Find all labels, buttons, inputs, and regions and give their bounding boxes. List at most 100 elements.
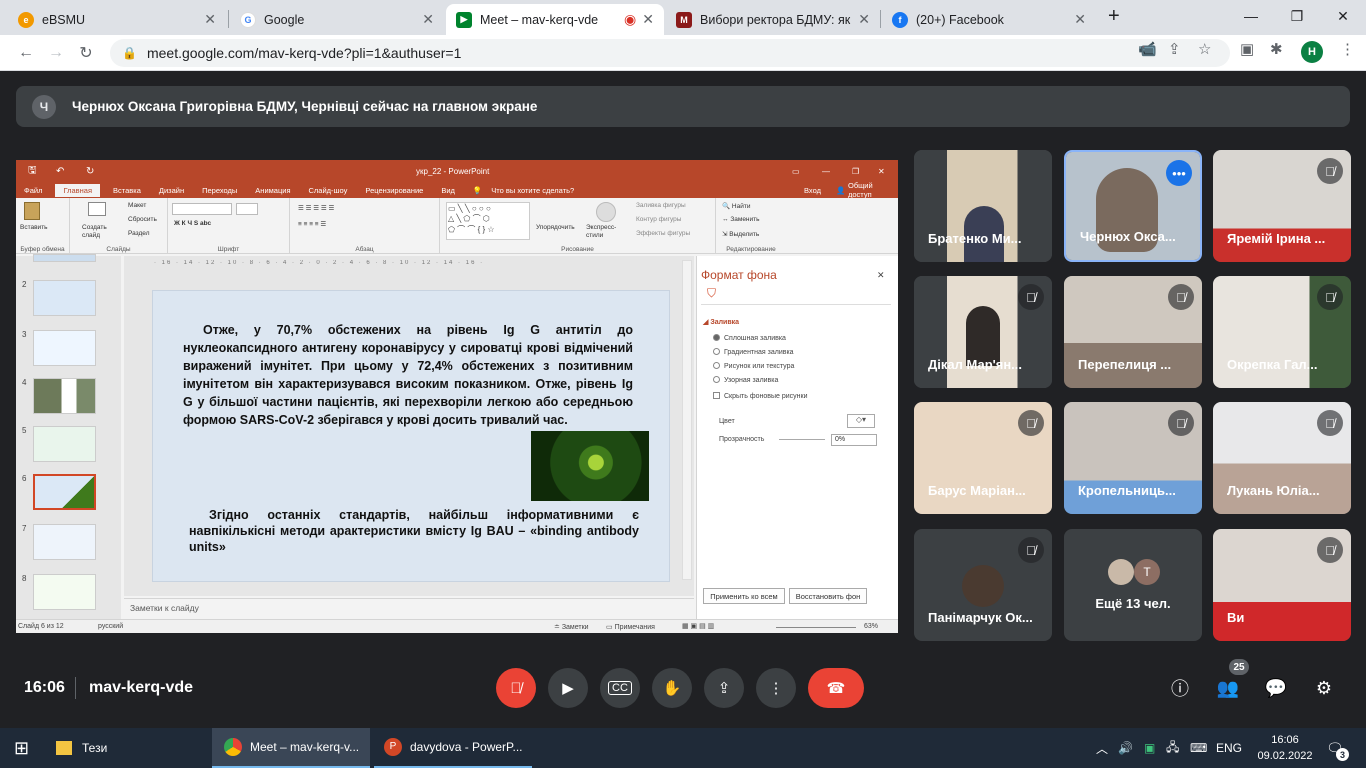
new-slide-icon (88, 202, 106, 216)
close-icon[interactable]: ✕ (642, 11, 654, 28)
tab-facebook[interactable]: f (20+) Facebook ✕ (882, 4, 1096, 35)
screenshot-icon[interactable]: ▣ (1240, 40, 1254, 58)
ppt-menu-slideshow: Слайд-шоу (308, 185, 348, 195)
tab-google[interactable]: G Google ✕ (230, 4, 444, 35)
info-icon[interactable]: ⓘ (1165, 673, 1195, 703)
ppt-status-bar: Слайд 6 из 12 русский ≐ Заметки ▭ Примеч… (16, 619, 898, 633)
ppt-ribbon-icon: ▭ (792, 166, 800, 176)
ruler: · 16 · 14 · 12 · 10 · 8 · 6 · 4 · 2 · 0 … (154, 260, 485, 266)
tab-ebsmu[interactable]: e eBSMU ✕ (8, 4, 226, 35)
language-indicator[interactable]: ENG (1216, 728, 1242, 768)
font-format-icons: Ж К Ч S abc (174, 220, 212, 227)
ppt-share-icon: 👤 (836, 185, 846, 195)
mic-off-icon: 🎙̸ (1317, 537, 1343, 563)
camera-toggle-button[interactable]: ▶︎ (548, 668, 588, 708)
profile-avatar[interactable]: H (1301, 41, 1323, 63)
taskbar-item-files[interactable]: Тези (56, 728, 206, 768)
tray-chevron-icon[interactable]: ︿ (1096, 728, 1108, 768)
slide-canvas: Отже, у 70,7% обстежених на рівень Ig G … (152, 290, 670, 582)
participant-tile[interactable]: 🎙̸ Панімарчук Ок... (914, 529, 1052, 641)
divider (75, 677, 76, 699)
close-icon[interactable]: ✕ (204, 11, 216, 28)
more-options-button[interactable]: ⋮ (756, 668, 796, 708)
chat-icon[interactable]: 💬 (1261, 673, 1291, 703)
tab-meet[interactable]: ▶ Meet – mav-kerq-vde ◉ ✕ (446, 4, 664, 35)
save-icon: 🖫 (28, 164, 37, 176)
network-icon[interactable]: 🖧 (1166, 728, 1179, 768)
mic-off-icon: 🎙̸ (1018, 537, 1044, 563)
slide-thumbnail (33, 330, 96, 366)
taskbar-item-powerpoint[interactable]: P davydova - PowerP... (374, 728, 532, 768)
self-tile[interactable]: 🎙̸ Ви (1213, 529, 1351, 641)
star-icon[interactable]: ☆ (1198, 40, 1211, 58)
participant-tile[interactable]: 🎙̸ Дікал Мар'ян... (914, 276, 1052, 388)
paste-icon (24, 202, 40, 220)
minimize-icon[interactable]: — (1228, 0, 1274, 32)
share-icon[interactable]: ⇪ (1168, 40, 1181, 58)
windows-taskbar: ⊞ Тези Meet – mav-kerq-v... P davydova -… (0, 728, 1366, 768)
shared-screen-powerpoint: 🖫 ↶ ↻ укр_22 - PowerPoint ▭ — ❐ ✕ Файл Г… (16, 160, 898, 633)
slide-thumbnail-selected (33, 474, 96, 510)
back-icon[interactable]: ← (14, 41, 38, 65)
pane-divider (701, 304, 891, 305)
camera-icon[interactable]: 📹 (1138, 40, 1157, 58)
participant-tile[interactable]: 🎙̸ Окрепка Гал... (1213, 276, 1351, 388)
window-close-icon[interactable]: ✕ (1320, 0, 1366, 32)
format-pane-title: Формат фона (701, 268, 777, 282)
app-tray-icon[interactable]: ▣ (1144, 728, 1155, 768)
extensions-icon[interactable]: ✱ (1270, 40, 1283, 58)
participant-tile[interactable]: Братенко Ми... (914, 150, 1052, 262)
tab-elections[interactable]: M Вибори ректора БДМУ: як к ✕ (666, 4, 880, 35)
find-item: 🔍 Найти (722, 203, 751, 210)
taskbar-item-chrome[interactable]: Meet – mav-kerq-v... (212, 728, 370, 768)
close-icon[interactable]: ✕ (1074, 11, 1086, 28)
more-options-icon[interactable]: ••• (1166, 160, 1192, 186)
avatar (1108, 559, 1134, 585)
reload-icon[interactable]: ↻ (74, 41, 98, 65)
close-icon[interactable]: ✕ (422, 11, 434, 28)
activities-icon[interactable]: ⚙ (1309, 673, 1339, 703)
ppt-menu-transitions: Переходы (202, 185, 238, 195)
meet-icon: ▶ (456, 11, 472, 28)
ppt-share: Общий доступ (848, 181, 873, 199)
captions-button[interactable]: CC (600, 668, 640, 708)
ppt-title-bar: 🖫 ↶ ↻ укр_22 - PowerPoint ▭ — ❐ ✕ (16, 160, 898, 182)
tray-clock[interactable]: 16:06 09.02.2022 (1255, 732, 1315, 764)
new-tab-icon[interactable]: + (1108, 5, 1120, 28)
participant-tile[interactable]: 🎙̸ Кропельниць... (1064, 402, 1202, 514)
slide-thumbnail (33, 254, 96, 262)
windows-start-icon[interactable]: ⊞ (14, 728, 29, 768)
font-name-field (172, 203, 232, 215)
volume-icon[interactable]: 🔊 (1118, 728, 1133, 768)
participant-tile[interactable]: 🎙̸ Лукань Юліа... (1213, 402, 1351, 514)
ribbon-group-drawing: ▭ ╲ ╲ ○ ○ ○ △ ╲ ⬠ ⌒ ⬡ ⬠ ⌒ ⌒ { } ☆ Упорядоч… (440, 198, 716, 254)
menu-icon[interactable]: ⋮ (1340, 40, 1355, 58)
mic-toggle-button[interactable]: 🎙̸ (496, 668, 536, 708)
video-camera-icon: ▶︎ (562, 680, 574, 697)
avatar-initial: Т (1134, 559, 1160, 585)
notes-toggle: ≐ Заметки (554, 624, 589, 631)
ribbon-group-font: Ж К Ч S abc Шрифт (168, 198, 290, 254)
participant-tile[interactable]: 🎙̸ Барус Маріан... (914, 402, 1052, 514)
avatar (962, 565, 1004, 607)
people-icon[interactable]: 👥 (1213, 673, 1243, 703)
captions-icon: CC (608, 681, 632, 695)
keyboard-icon[interactable]: ⌨ (1190, 728, 1207, 768)
participant-tile[interactable]: 🎙̸ Перепелиця ... (1064, 276, 1202, 388)
leave-call-button[interactable]: ☎ (808, 668, 864, 708)
participant-tile-active[interactable]: ••• Чернюх Окса... (1064, 150, 1202, 262)
restore-icon[interactable]: ❐ (1274, 0, 1320, 32)
more-participants-tile[interactable]: Т Ещё 13 чел. (1064, 529, 1202, 641)
close-icon[interactable]: ✕ (858, 11, 870, 28)
address-bar[interactable]: 🔒 meet.google.com/mav-kerq-vde?pli=1&aut… (110, 39, 1230, 67)
forward-icon[interactable]: → (44, 41, 68, 65)
present-button[interactable]: ⇪ (704, 668, 744, 708)
hide-bg-checkbox: Скрыть фоновые рисунки (713, 392, 807, 400)
undo-icon: ↶ (56, 165, 65, 177)
participant-tile[interactable]: 🎙̸ Яремій Ірина ... (1213, 150, 1351, 262)
raise-hand-button[interactable]: ✋ (652, 668, 692, 708)
ppt-menu-home: Главная (55, 183, 100, 197)
more-people-text: Ещё 13 чел. (1095, 596, 1171, 611)
pane-close-icon: ✕ (877, 270, 885, 280)
meeting-time: 16:06 (24, 679, 65, 696)
